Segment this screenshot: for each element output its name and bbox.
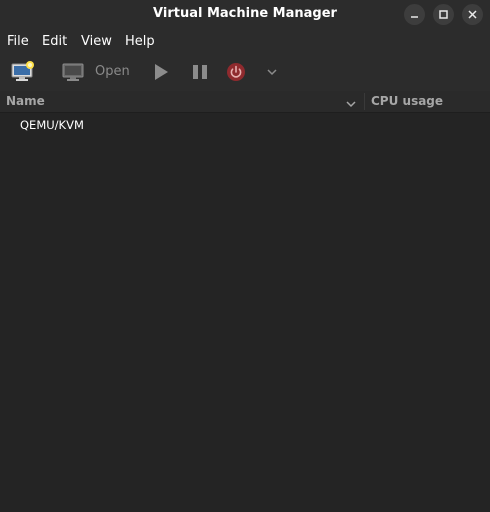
close-button[interactable] — [462, 4, 483, 25]
power-icon — [226, 62, 246, 82]
app-window: Virtual Machine Manager File Edit View H… — [0, 0, 490, 512]
console-button[interactable] — [62, 61, 84, 83]
play-icon — [152, 63, 170, 81]
shutdown-menu-button[interactable] — [266, 67, 278, 77]
maximize-icon — [433, 10, 454, 28]
maximize-button[interactable] — [433, 4, 454, 25]
new-vm-button[interactable] — [10, 60, 36, 84]
column-name-header[interactable]: Name — [6, 94, 45, 108]
menu-view[interactable]: View — [81, 34, 112, 49]
connection-row[interactable]: QEMU/KVM — [20, 118, 84, 132]
chevron-down-icon — [266, 67, 278, 77]
pause-button[interactable] — [191, 63, 209, 81]
monitor-icon — [62, 61, 84, 83]
close-icon — [462, 10, 483, 28]
menu-edit[interactable]: Edit — [42, 34, 67, 49]
sort-indicator-icon — [345, 95, 357, 114]
menu-help[interactable]: Help — [125, 34, 155, 49]
vm-list[interactable]: QEMU/KVM — [0, 113, 490, 512]
column-divider[interactable] — [364, 93, 365, 110]
run-button[interactable] — [152, 63, 170, 81]
shutdown-button[interactable] — [226, 62, 246, 82]
minimize-button[interactable] — [404, 4, 425, 25]
minimize-icon — [404, 15, 425, 28]
pause-icon — [191, 63, 209, 81]
new-vm-icon — [10, 60, 36, 84]
menu-bar: File Edit View Help — [0, 29, 490, 55]
column-header: Name CPU usage — [0, 91, 490, 113]
menu-file[interactable]: File — [7, 34, 29, 49]
open-button-label[interactable]: Open — [95, 64, 130, 79]
toolbar: Open — [0, 55, 490, 91]
title-bar[interactable]: Virtual Machine Manager — [0, 0, 490, 29]
column-cpu-header[interactable]: CPU usage — [371, 94, 443, 108]
